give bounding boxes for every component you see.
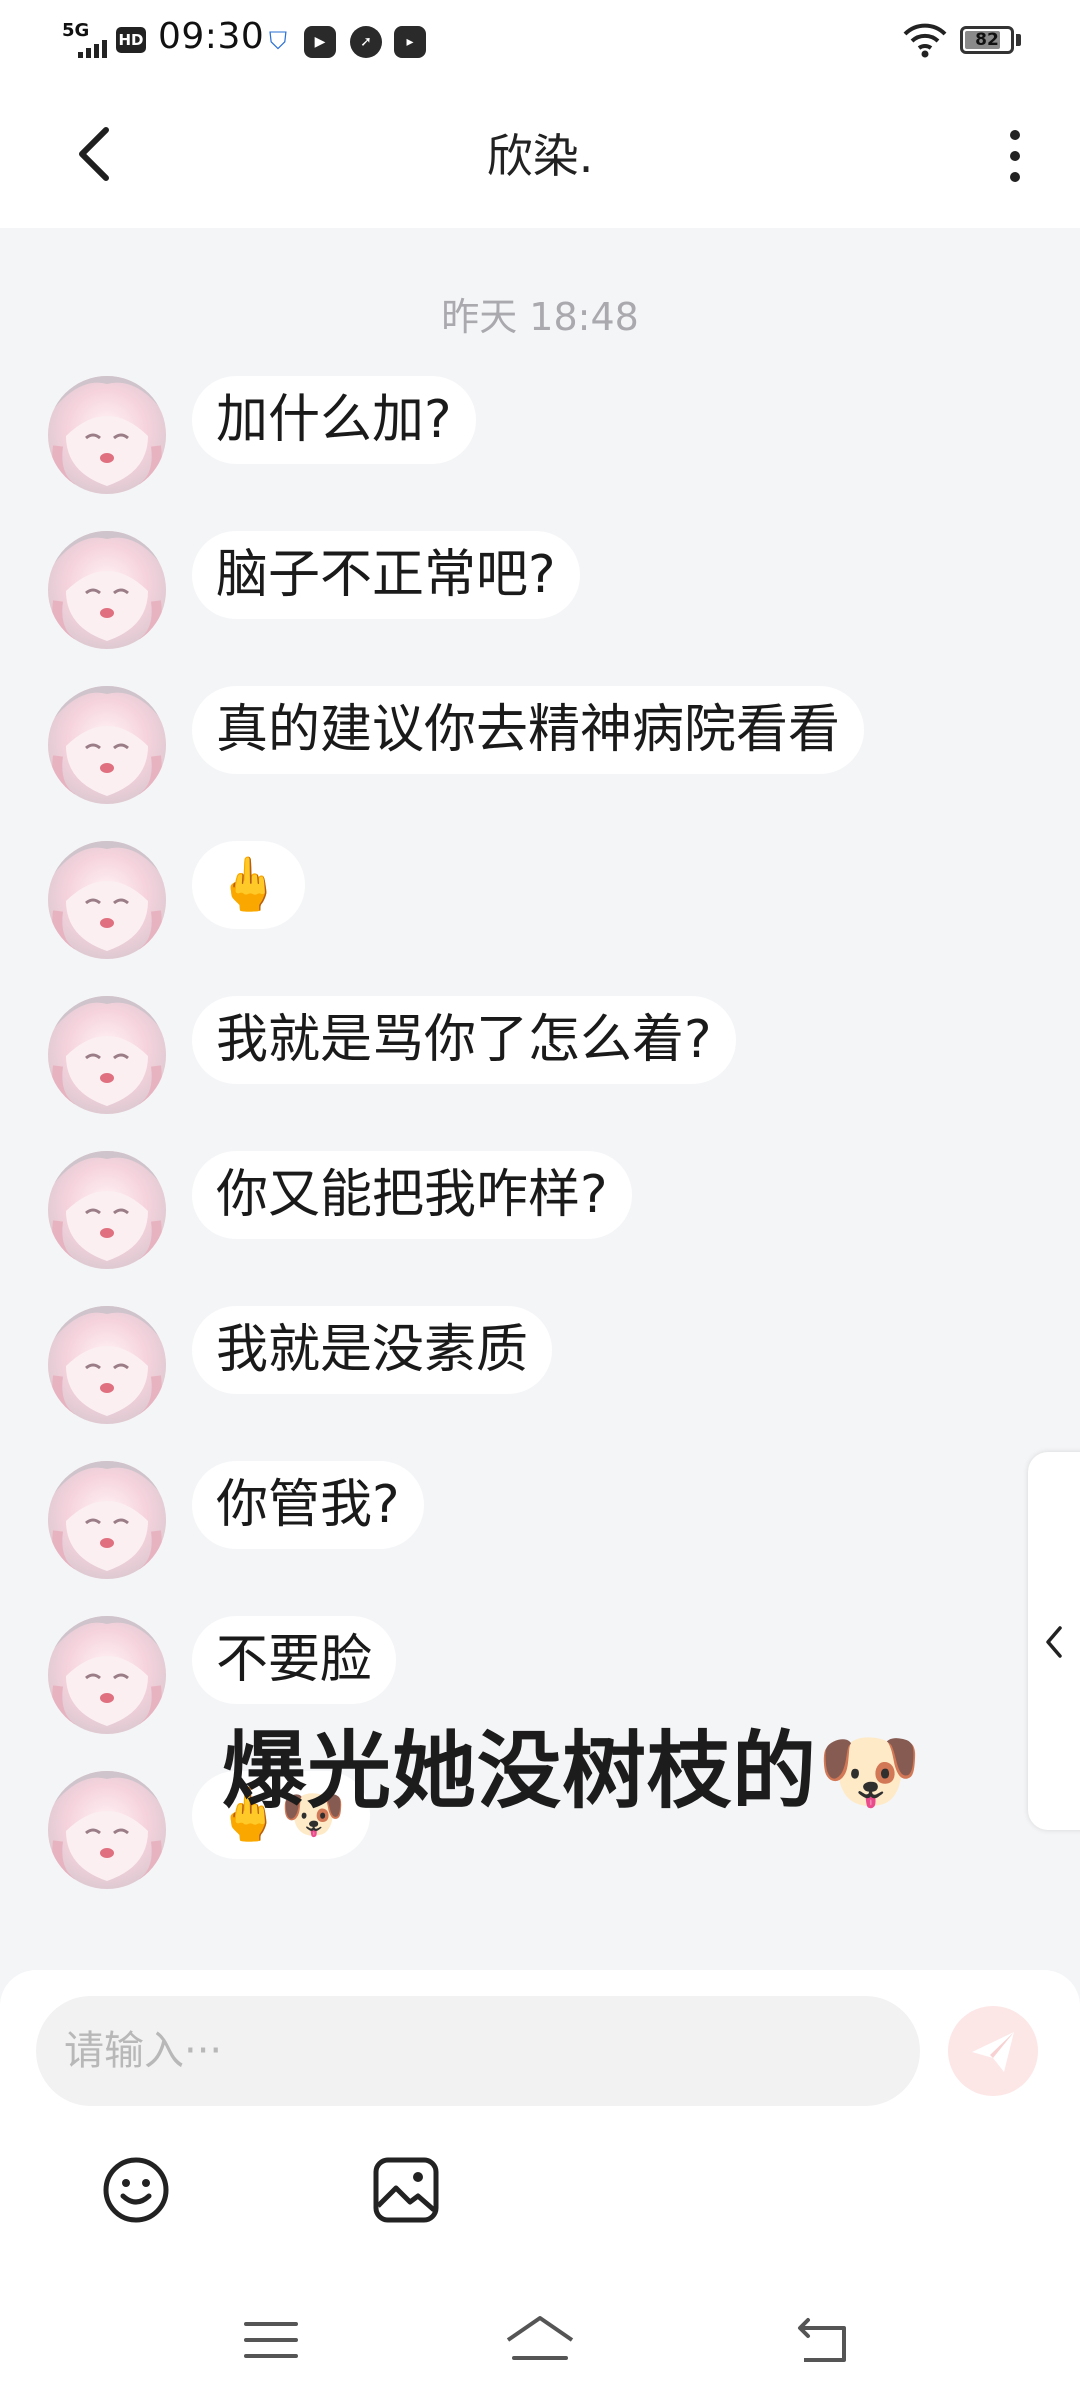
more-options-button[interactable] [990, 124, 1038, 188]
overlay-caption: 爆光她没树枝的🐶 [222, 1722, 923, 1820]
signal-icon [78, 40, 108, 58]
emoji-button[interactable] [96, 2150, 176, 2230]
home-button[interactable] [500, 2300, 580, 2380]
message-bubble[interactable]: 我就是骂你了怎么着? [192, 996, 736, 1084]
shield-icon: ⛉ [269, 27, 287, 55]
contact-avatar[interactable] [48, 686, 166, 804]
wifi-icon [903, 23, 947, 58]
battery-icon: 82 [960, 26, 1014, 54]
contact-avatar[interactable] [48, 1616, 166, 1734]
image-button[interactable] [366, 2150, 446, 2230]
media-app-icon: ▶ [304, 26, 336, 58]
message-input[interactable] [36, 1996, 920, 2106]
system-nav-bar [0, 2272, 1080, 2408]
smiley-icon [103, 2157, 169, 2223]
menu-button[interactable] [232, 2300, 312, 2380]
contact-avatar[interactable] [48, 1771, 166, 1889]
message-bubble[interactable]: 真的建议你去精神病院看看 [192, 686, 865, 774]
contact-avatar[interactable] [48, 1461, 166, 1579]
message-bubble[interactable]: 我就是没素质 [192, 1306, 553, 1394]
message-bubble[interactable]: 脑子不正常吧? [192, 531, 580, 619]
contact-avatar[interactable] [48, 531, 166, 649]
image-icon [373, 2157, 439, 2223]
battery-level: 82 [975, 30, 999, 50]
contact-avatar[interactable] [48, 996, 166, 1114]
chat-header: 欣染. [0, 80, 1080, 228]
back-icon [798, 2318, 846, 2362]
back-nav-button[interactable] [782, 2300, 862, 2380]
home-icon [506, 2316, 574, 2360]
contact-avatar[interactable] [48, 376, 166, 494]
hd-badge: HD [116, 27, 146, 53]
message-bubble[interactable]: 🖕 [192, 841, 305, 929]
clock: 09:30 [158, 16, 265, 57]
menu-icon [244, 2322, 298, 2358]
message-bubble[interactable]: 你管我? [192, 1461, 424, 1549]
message-bubble[interactable]: 加什么加? [192, 376, 476, 464]
status-bar: 5G HD 09:30 ⛉ ▶ ➚ ▸ 82 [0, 0, 1080, 80]
message-bubble[interactable]: 不要脸 [192, 1616, 397, 1704]
video-app-icon: ▸ [394, 26, 426, 58]
battery-tip [1016, 34, 1021, 46]
network-type: 5G [62, 20, 90, 41]
send-icon [972, 2032, 1014, 2072]
contact-avatar[interactable] [48, 1151, 166, 1269]
chevron-left-icon [1046, 1626, 1062, 1658]
send-button[interactable] [948, 2006, 1038, 2096]
message-bubble[interactable]: 你又能把我咋样? [192, 1151, 632, 1239]
contact-name: 欣染. [486, 129, 594, 183]
compass-app-icon: ➚ [350, 26, 382, 58]
contact-avatar[interactable] [48, 1306, 166, 1424]
message-timestamp: 昨天 18:48 [441, 295, 639, 339]
contact-avatar[interactable] [48, 841, 166, 959]
side-drawer-tab[interactable] [1028, 1452, 1080, 1830]
